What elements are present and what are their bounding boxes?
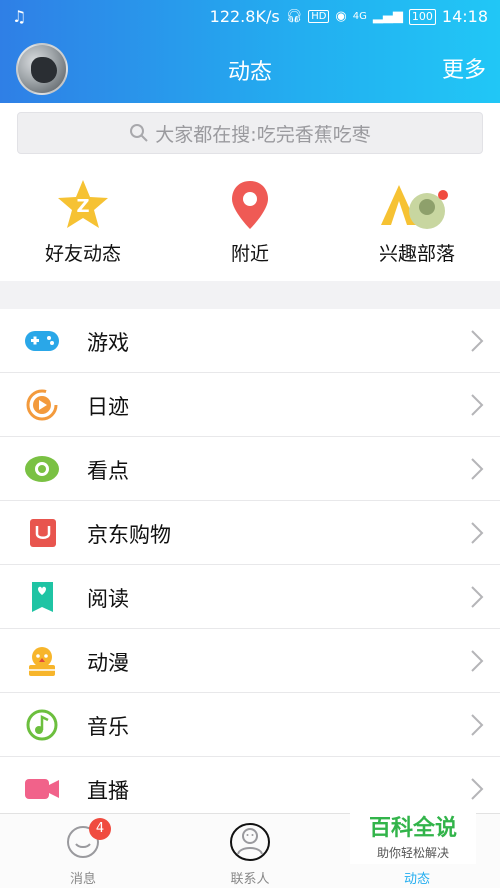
headphone-icon: 🎧︎ [285, 9, 303, 24]
clock: 14:18 [441, 7, 488, 26]
list-item-label: 日迹 [87, 395, 129, 419]
top-bar: ♫ 122.8K/s 🎧︎ HD ◉ 4G ▂▄▆ 100 14:18 动态 更… [0, 0, 500, 103]
music-note-icon: ♫ [12, 7, 27, 26]
network-speed: 122.8K/s [209, 7, 280, 26]
chevron-right-icon [471, 330, 484, 352]
list-item-music[interactable]: 音乐 [0, 693, 500, 757]
header: 动态 更多 [0, 34, 500, 103]
chevron-right-icon [471, 778, 484, 800]
chat-bubble-icon: 4 [63, 818, 111, 862]
watermark-logo: 百科全说 助你轻松解决 [350, 804, 476, 864]
status-right: 122.8K/s 🎧︎ HD ◉ 4G ▂▄▆ 100 14:18 [210, 7, 488, 26]
search-area: 大家都在搜:吃完香蕉吃枣 [0, 103, 500, 163]
search-placeholder: 大家都在搜:吃完香蕉吃枣 [155, 123, 371, 146]
search-icon [130, 124, 149, 142]
network-type: 4G [352, 11, 367, 22]
play-circle-icon [26, 389, 58, 421]
eye-icon [25, 456, 59, 482]
list-item-label: 动漫 [87, 651, 129, 675]
tab-label: 动态 [403, 872, 430, 887]
shortcut-interest-tribe[interactable]: 兴趣部落 [334, 177, 500, 266]
shortcut-label: 好友动态 [44, 243, 121, 265]
camera-icon [25, 779, 59, 799]
contacts-icon [230, 822, 270, 862]
tab-label: 联系人 [230, 872, 270, 887]
list-item-label: 音乐 [87, 715, 129, 739]
chevron-right-icon [471, 650, 484, 672]
chevron-right-icon [471, 394, 484, 416]
chevron-right-icon [471, 522, 484, 544]
tab-messages[interactable]: 4 消息 [0, 818, 166, 887]
list-item-label: 阅读 [87, 587, 129, 611]
eye-icon: ◉ [335, 9, 347, 24]
battery-level: 100 [408, 8, 436, 25]
chevron-right-icon [471, 458, 484, 480]
page-title: 动态 [227, 60, 272, 85]
chevron-right-icon [471, 714, 484, 736]
shortcut-nearby[interactable]: 附近 [167, 177, 333, 266]
more-button[interactable]: 更多 [442, 52, 486, 84]
list-item-label: 京东购物 [87, 523, 171, 547]
tab-contacts[interactable]: 联系人 [167, 818, 333, 887]
signal-icon: ▂▄▆ [372, 9, 403, 24]
cartoon-icon [29, 647, 55, 676]
svg-text:Z: Z [76, 196, 89, 217]
list-item-reading[interactable]: 阅读 [0, 565, 500, 629]
watermark-main: 百科全说 [368, 816, 457, 841]
status-bar: ♫ 122.8K/s 🎧︎ HD ◉ 4G ▂▄▆ 100 14:18 [0, 0, 500, 34]
unread-badge: 4 [89, 818, 111, 840]
star-z-icon: Z [55, 177, 111, 233]
search-input[interactable]: 大家都在搜:吃完香蕉吃枣 [17, 112, 483, 154]
shortcut-label: 兴趣部落 [378, 243, 455, 265]
chevron-right-icon [471, 586, 484, 608]
shortcut-label: 附近 [230, 243, 269, 265]
list-item-jd-shopping[interactable]: 京东购物 [0, 501, 500, 565]
music-icon [26, 709, 58, 741]
list-item-anime[interactable]: 动漫 [0, 629, 500, 693]
gamepad-icon [25, 331, 59, 351]
list-item-label: 直播 [87, 779, 129, 803]
bag-icon [30, 519, 56, 547]
list-item-label: 游戏 [87, 331, 129, 355]
book-icon [32, 582, 53, 612]
tab-label: 消息 [69, 872, 96, 887]
tent-icon [377, 177, 457, 233]
watermark-sub: 助你轻松解决 [376, 846, 449, 860]
feature-list: 游戏 日迹 看点 京东购物 阅读 动漫 音乐 直播 [0, 309, 500, 821]
location-pin-icon [222, 177, 278, 233]
list-item-label: 看点 [87, 459, 129, 483]
list-item-game[interactable]: 游戏 [0, 309, 500, 373]
shortcut-row: Z 好友动态 附近 兴趣部落 [0, 163, 500, 281]
shortcut-friends-feed[interactable]: Z 好友动态 [0, 177, 166, 266]
list-item-daily-trace[interactable]: 日迹 [0, 373, 500, 437]
list-item-kandian[interactable]: 看点 [0, 437, 500, 501]
hd-icon: HD [308, 10, 330, 23]
